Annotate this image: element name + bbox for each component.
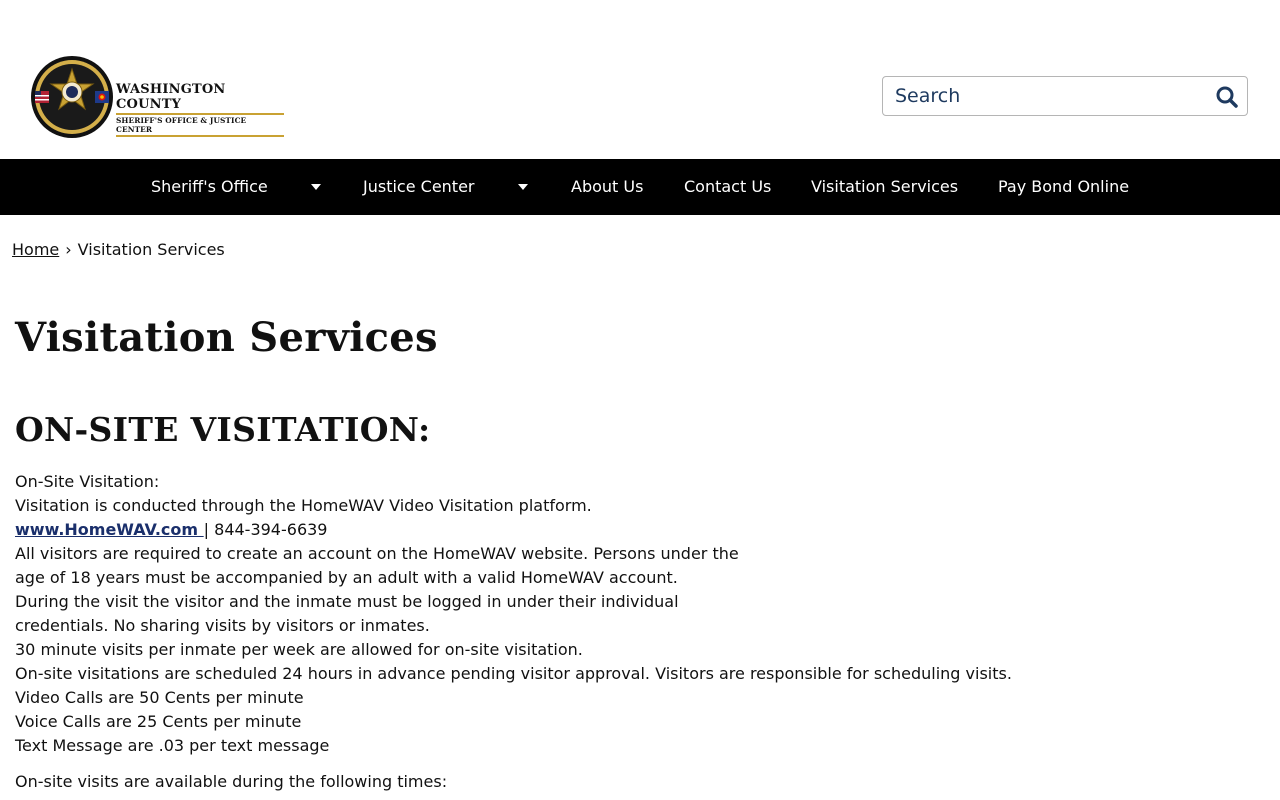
sheriff-badge-icon [31, 56, 113, 138]
page-title: Visitation Services [15, 314, 438, 361]
visitation-content: On-Site Visitation: Visitation is conduc… [15, 470, 1115, 794]
content-line: During the visit the visitor and the inm… [15, 592, 679, 611]
nav-item-justice-center[interactable]: Justice Center [363, 159, 475, 215]
platform-text: Visitation is conducted through the Home… [15, 496, 592, 515]
logo-line-1: WASHINGTON COUNTY [116, 82, 226, 112]
breadcrumb-separator: › [65, 240, 72, 259]
nav-item-about-us[interactable]: About Us [571, 159, 643, 215]
nav-dropdown-justice-center[interactable] [513, 159, 533, 215]
content-line: All visitors are required to create an a… [15, 544, 739, 563]
caret-down-icon [311, 184, 321, 190]
nav-item-contact-us[interactable]: Contact Us [684, 159, 771, 215]
search-box [882, 76, 1248, 116]
text-message-rate: Text Message are .03 per text message [15, 736, 330, 755]
content-line: credentials. No sharing visits by visito… [15, 616, 430, 635]
main-nav: Sheriff's Office Justice Center About Us… [0, 159, 1280, 215]
site-logo[interactable]: WASHINGTON COUNTY SHERIFF'S OFFICE & JUS… [30, 55, 286, 139]
homewav-contact-line: www.HomeWAV.com | 844-394-6639 [15, 518, 1115, 542]
content-line: age of 18 years must be accompanied by a… [15, 568, 678, 587]
caret-down-icon [518, 184, 528, 190]
content-line: On-site visitations are scheduled 24 hou… [15, 664, 1012, 683]
nav-item-visitation-services[interactable]: Visitation Services [811, 159, 958, 215]
nav-item-pay-bond-online[interactable]: Pay Bond Online [998, 159, 1129, 215]
homewav-phone: | 844-394-6639 [203, 520, 328, 539]
section-title: ON-SITE VISITATION: [15, 410, 431, 449]
nav-item-sheriffs-office[interactable]: Sheriff's Office [151, 159, 268, 215]
voice-call-rate: Voice Calls are 25 Cents per minute [15, 712, 302, 731]
intro-text: On-Site Visitation: [15, 472, 160, 491]
search-icon [1216, 86, 1238, 108]
site-header: WASHINGTON COUNTY SHERIFF'S OFFICE & JUS… [0, 0, 1280, 159]
search-button[interactable] [1215, 85, 1239, 109]
nav-dropdown-sheriffs-office[interactable] [306, 159, 326, 215]
times-intro: On-site visits are available during the … [15, 772, 448, 791]
video-call-rate: Video Calls are 50 Cents per minute [15, 688, 304, 707]
breadcrumb: Home › Visitation Services [12, 240, 225, 259]
breadcrumb-home-link[interactable]: Home [12, 240, 59, 259]
content-line: 30 minute visits per inmate per week are… [15, 640, 583, 659]
homewav-link[interactable]: www.HomeWAV.com [15, 520, 204, 539]
logo-line-2: SHERIFF'S OFFICE & JUSTICE CENTER [116, 113, 284, 137]
search-input[interactable] [895, 82, 1195, 110]
breadcrumb-current: Visitation Services [77, 240, 225, 259]
logo-wordmark: WASHINGTON COUNTY SHERIFF'S OFFICE & JUS… [116, 82, 284, 137]
